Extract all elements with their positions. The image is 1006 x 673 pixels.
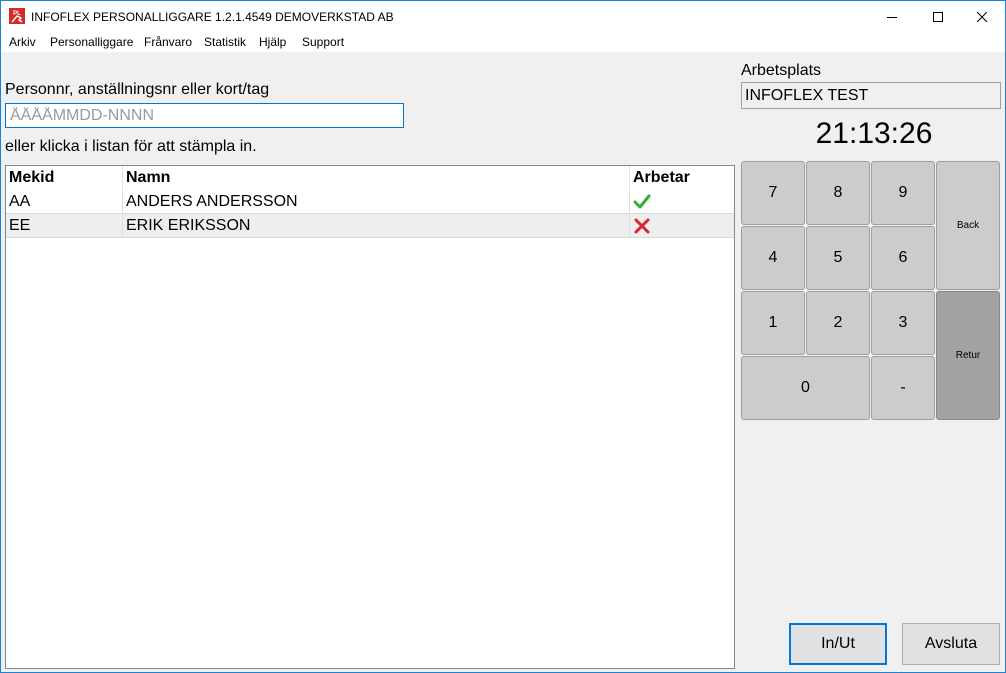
minimize-icon — [887, 16, 897, 18]
cell-mekid: AA — [6, 190, 123, 214]
close-button[interactable] — [959, 1, 1005, 32]
in-out-button[interactable]: In/Ut — [789, 623, 887, 665]
key-3[interactable]: 3 — [871, 291, 935, 355]
maximize-button[interactable] — [915, 1, 961, 32]
search-label: Personnr, anställningsnr eller kort/tag — [5, 81, 270, 98]
employee-list[interactable]: Mekid Namn Arbetar AA ANDERS ANDERSSON E… — [5, 165, 735, 669]
key-5[interactable]: 5 — [806, 226, 870, 290]
clock-display: 21:13:26 — [815, 117, 933, 150]
search-hint: eller klicka i listan för att stämpla in… — [5, 138, 257, 155]
title-bar[interactable]: PL INFOFLEX PERSONALLIGGARE 1.2.1.4549 D… — [1, 1, 1005, 32]
key-9[interactable]: 9 — [871, 161, 935, 225]
cell-name: ANDERS ANDERSSON — [123, 190, 630, 214]
window-title: INFOFLEX PERSONALLIGGARE 1.2.1.4549 DEMO… — [31, 10, 394, 24]
menu-arkiv[interactable]: Arkiv — [9, 35, 36, 49]
menu-hjalp[interactable]: Hjälp — [259, 35, 286, 49]
maximize-icon — [933, 11, 943, 22]
cell-mekid: EE — [6, 214, 123, 238]
column-header-mekid[interactable]: Mekid — [6, 166, 123, 190]
app-logo-icon: PL — [9, 8, 25, 24]
key-8[interactable]: 8 — [806, 161, 870, 225]
key-7[interactable]: 7 — [741, 161, 805, 225]
key-dash[interactable]: - — [871, 356, 935, 420]
cross-icon — [634, 218, 650, 234]
list-header: Mekid Namn Arbetar — [6, 166, 734, 190]
menu-support[interactable]: Support — [302, 35, 344, 49]
key-2[interactable]: 2 — [806, 291, 870, 355]
workplace-field: INFOFLEX TEST — [741, 82, 1001, 109]
cell-working — [630, 214, 734, 238]
menu-bar: Arkiv Personalliggare Frånvaro Statistik… — [1, 32, 1005, 52]
menu-statistik[interactable]: Statistik — [204, 35, 246, 49]
list-item[interactable]: AA ANDERS ANDERSSON — [6, 190, 734, 214]
key-0[interactable]: 0 — [741, 356, 870, 420]
list-item[interactable]: EE ERIK ERIKSSON — [6, 214, 734, 238]
check-icon — [633, 194, 651, 209]
column-header-arbetar[interactable]: Arbetar — [630, 166, 734, 190]
back-key[interactable]: Back — [936, 161, 1000, 290]
key-6[interactable]: 6 — [871, 226, 935, 290]
cell-name: ERIK ERIKSSON — [123, 214, 630, 238]
search-input[interactable] — [5, 103, 404, 128]
close-icon — [977, 11, 987, 22]
menu-personalliggare[interactable]: Personalliggare — [50, 35, 133, 49]
cell-working — [630, 190, 734, 214]
app-window: PL INFOFLEX PERSONALLIGGARE 1.2.1.4549 D… — [0, 0, 1006, 673]
minimize-button[interactable] — [869, 1, 915, 32]
key-1[interactable]: 1 — [741, 291, 805, 355]
key-4[interactable]: 4 — [741, 226, 805, 290]
quit-button[interactable]: Avsluta — [902, 623, 1000, 665]
retur-key[interactable]: Retur — [936, 291, 1000, 420]
column-header-namn[interactable]: Namn — [123, 166, 630, 190]
workplace-label: Arbetsplats — [741, 62, 822, 79]
menu-franvaro[interactable]: Frånvaro — [144, 35, 192, 49]
